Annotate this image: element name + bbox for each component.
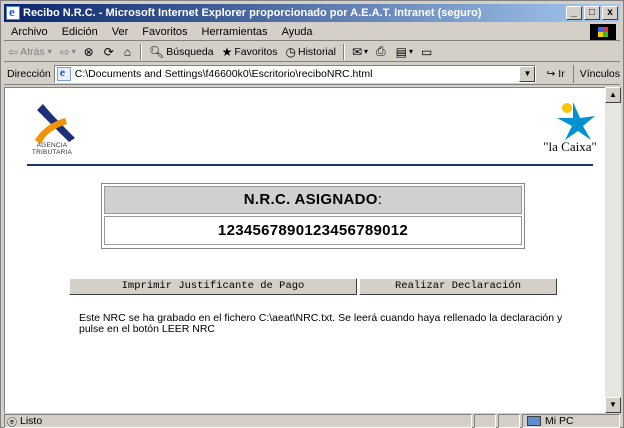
- page-icon: [56, 65, 71, 81]
- forward-button[interactable]: ⇨ ▾: [56, 45, 80, 59]
- window-title: Recibo N.R.C. - Microsoft Internet Explo…: [23, 7, 482, 19]
- status-main-panel: ⓔ Listo: [4, 414, 472, 428]
- caixa-logo-dot-yellow: [562, 103, 572, 113]
- go-arrow-icon: ↪: [546, 67, 556, 80]
- back-button[interactable]: ⇦ Atrás ▾: [4, 45, 56, 59]
- page-status-icon: ⓔ: [7, 417, 17, 428]
- standard-toolbar: ⇦ Atrás ▾ ⇨ ▾ ⊗ ⟳ ⌂ 🔍︎ Búsqueda ★ Favori…: [4, 42, 620, 62]
- maximize-button[interactable]: □: [584, 6, 600, 20]
- menu-edicion[interactable]: Edición: [55, 26, 105, 38]
- menu-herramientas[interactable]: Herramientas: [195, 26, 275, 38]
- stop-button[interactable]: ⊗: [80, 45, 100, 59]
- scroll-down-icon[interactable]: ▼: [605, 397, 621, 413]
- home-icon: ⌂: [123, 44, 132, 59]
- close-button[interactable]: x: [602, 6, 618, 20]
- menu-archivo[interactable]: Archivo: [4, 26, 55, 38]
- address-label: Dirección: [7, 67, 51, 80]
- la-caixa-logo-text: "la Caixa": [543, 139, 597, 154]
- favorites-icon: ★: [221, 44, 233, 59]
- nrc-value: 1234567890123456789012: [104, 216, 522, 245]
- status-panel: [474, 414, 496, 428]
- nrc-heading-colon: :: [377, 191, 383, 208]
- mail-button[interactable]: ✉ ▾: [348, 45, 372, 59]
- nrc-info-message: Este NRC se ha grabado en el fichero C:\…: [79, 312, 563, 335]
- menu-ayuda[interactable]: Ayuda: [275, 26, 320, 38]
- history-button[interactable]: ◷ Historial: [282, 45, 340, 59]
- edit-dropdown-icon[interactable]: ▾: [409, 47, 413, 56]
- stop-icon: ⊗: [83, 44, 94, 59]
- computer-icon: [527, 416, 541, 426]
- forward-arrow-icon: ⇨: [59, 44, 70, 59]
- address-bar: Dirección C:\Documents and Settings\f466…: [4, 63, 620, 85]
- refresh-icon: ⟳: [103, 44, 114, 59]
- home-button[interactable]: ⌂: [120, 45, 137, 59]
- nrc-heading-cell: N.R.C. ASIGNADO:: [104, 186, 522, 214]
- scroll-up-icon[interactable]: ▲: [605, 87, 621, 103]
- forward-dropdown-icon[interactable]: ▾: [72, 47, 76, 56]
- security-zone-panel: Mi PC: [522, 414, 620, 428]
- go-button[interactable]: ↪ Ir: [536, 68, 572, 80]
- search-label: Búsqueda: [166, 45, 214, 58]
- declaration-button[interactable]: Realizar Declaración: [359, 278, 557, 295]
- zone-text: Mi PC: [545, 415, 574, 427]
- browser-window: Recibo N.R.C. - Microsoft Internet Explo…: [0, 0, 624, 428]
- address-input[interactable]: C:\Documents and Settings\f46600k0\Escri…: [53, 64, 537, 83]
- status-bar: ⓔ Listo Mi PC: [4, 414, 620, 428]
- search-button[interactable]: 🔍︎ Búsqueda: [145, 45, 218, 59]
- edit-icon: ▤: [395, 44, 407, 59]
- favorites-label: Favoritos: [234, 45, 278, 58]
- menu-bar: Archivo Edición Ver Favoritos Herramient…: [4, 23, 620, 41]
- nrc-heading: N.R.C. ASIGNADO: [243, 191, 378, 208]
- back-label: Atrás: [20, 45, 45, 58]
- menu-favoritos[interactable]: Favoritos: [135, 26, 194, 38]
- history-label: Historial: [298, 45, 336, 58]
- ie-app-icon[interactable]: [6, 4, 20, 20]
- printer-icon: ⎙: [376, 44, 386, 58]
- links-button[interactable]: Vínculos: [572, 64, 620, 83]
- search-icon: 🔍︎: [149, 44, 165, 59]
- discuss-button[interactable]: ▭: [417, 45, 438, 59]
- menu-ver[interactable]: Ver: [105, 26, 136, 38]
- history-icon: ◷: [285, 44, 297, 59]
- go-label: Ir: [558, 67, 565, 80]
- aeat-logo-text: AGENCIA TRIBUTARIA: [31, 142, 73, 156]
- toolbar-separator: [140, 43, 143, 60]
- address-url[interactable]: C:\Documents and Settings\f46600k0\Escri…: [75, 68, 520, 80]
- page-content: AGENCIA TRIBUTARIA "la Caixa" N.R.C. ASI…: [4, 87, 605, 413]
- windows-flag-icon: [590, 24, 616, 40]
- mail-icon: ✉: [351, 44, 363, 59]
- back-dropdown-icon[interactable]: ▾: [48, 47, 52, 56]
- print-toolbar-button[interactable]: ⎙: [372, 44, 392, 59]
- edit-button[interactable]: ▤ ▾: [392, 45, 417, 59]
- toolbar-separator: [342, 43, 345, 60]
- status-text: Listo: [20, 415, 43, 427]
- address-dropdown-icon[interactable]: ▼: [519, 65, 536, 82]
- favorites-button[interactable]: ★ Favoritos: [218, 45, 282, 59]
- mail-dropdown-icon[interactable]: ▾: [364, 47, 368, 56]
- back-arrow-icon: ⇦: [8, 44, 19, 59]
- refresh-button[interactable]: ⟳: [100, 45, 120, 59]
- status-panel: [498, 414, 520, 428]
- header-divider: [27, 164, 593, 166]
- minimize-button[interactable]: _: [566, 6, 582, 20]
- nrc-table: N.R.C. ASIGNADO: 1234567890123456789012: [101, 183, 525, 249]
- discuss-icon: ▭: [421, 44, 433, 59]
- print-receipt-button[interactable]: Imprimir Justificante de Pago: [69, 278, 357, 295]
- vertical-scrollbar[interactable]: ▲ ▼: [605, 87, 621, 413]
- title-bar[interactable]: Recibo N.R.C. - Microsoft Internet Explo…: [4, 4, 620, 22]
